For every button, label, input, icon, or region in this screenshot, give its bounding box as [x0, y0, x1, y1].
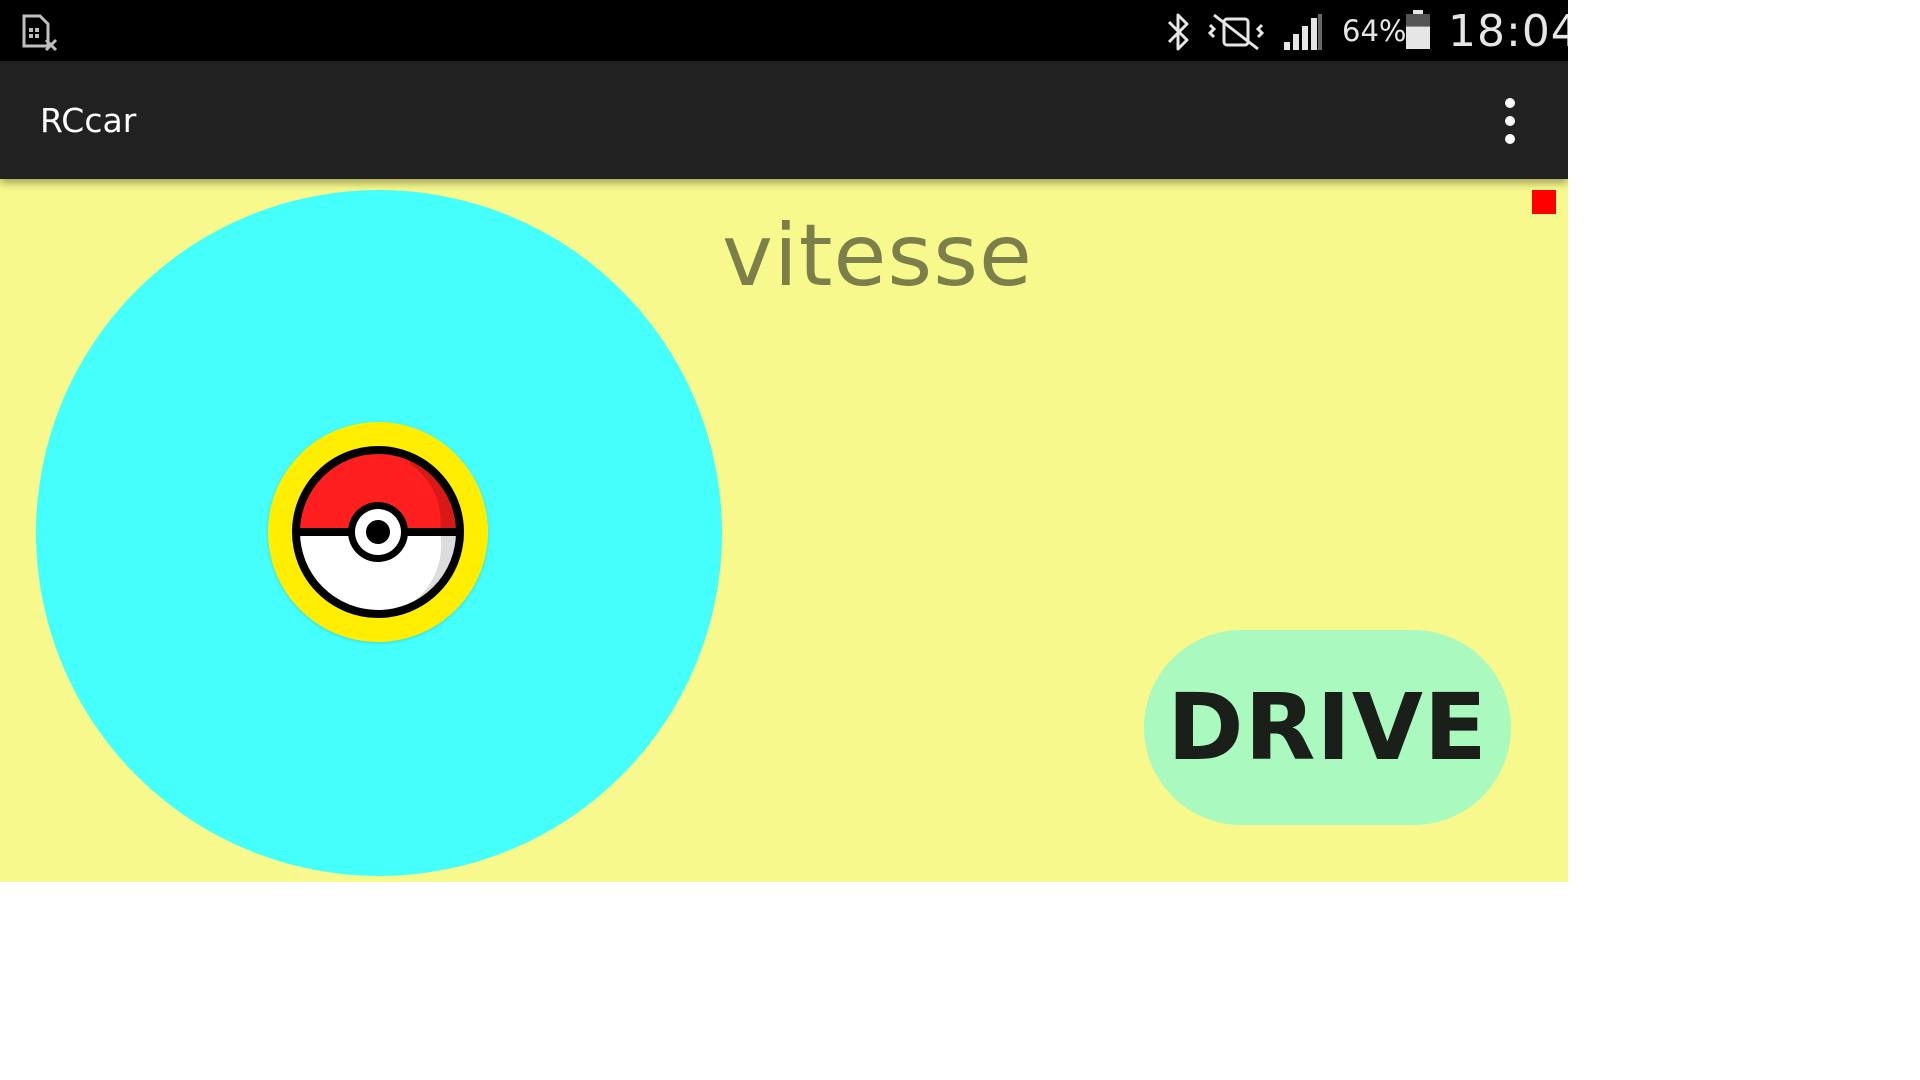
app-title: RCcar: [40, 101, 137, 140]
action-bar: RCcar: [0, 61, 1568, 179]
cellular-signal-icon: [1284, 14, 1322, 50]
vibrate-muted-icon: [1207, 13, 1265, 51]
pokeball-icon: [292, 446, 464, 618]
status-clock: 18:04: [1448, 6, 1568, 57]
drive-button[interactable]: DRIVE: [1144, 630, 1511, 825]
speed-label: vitesse: [722, 206, 1033, 306]
joystick-knob[interactable]: [268, 422, 488, 642]
drive-button-label: DRIVE: [1167, 674, 1488, 781]
app-screen: 64% 18:04 RCcar vitesse DRIVE: [0, 0, 1568, 882]
sim-card-missing-icon: [22, 14, 58, 52]
more-vert-icon[interactable]: [1488, 93, 1532, 149]
status-bar: 64% 18:04: [0, 0, 1568, 61]
battery-icon: [1406, 10, 1430, 49]
bluetooth-icon: [1167, 13, 1189, 51]
connection-status-indicator: [1532, 190, 1556, 214]
battery-percentage: 64%: [1342, 14, 1407, 48]
